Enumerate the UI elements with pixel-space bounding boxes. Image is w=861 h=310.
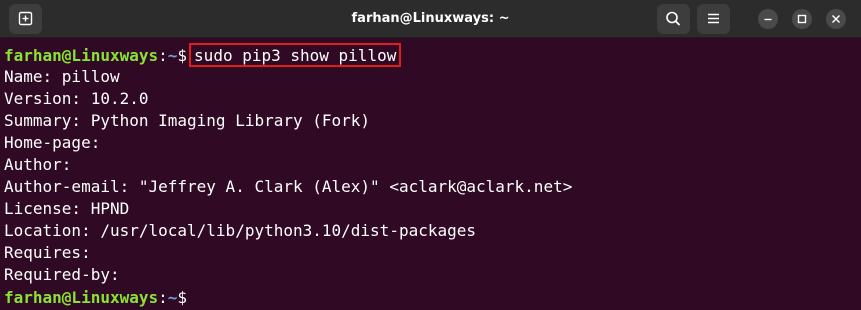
window-title: farhan@Linuxways: ~ [351, 11, 510, 26]
maximize-button[interactable] [792, 9, 812, 29]
title-bar: farhan@Linuxways: ~ [0, 0, 861, 38]
prompt-path: ~ [167, 46, 178, 65]
new-tab-icon [18, 11, 33, 26]
prompt-colon: : [158, 46, 168, 65]
prompt-symbol: $ [177, 288, 188, 307]
terminal-window: farhan@Linuxways: ~ farhan@Linuxways:~$ … [0, 0, 861, 310]
menu-button[interactable] [697, 4, 730, 34]
terminal-output-area[interactable]: farhan@Linuxways:~$ sudo pip3 show pillow… [0, 38, 861, 310]
close-button[interactable] [826, 9, 846, 29]
output-line: Location: /usr/local/lib/python3.10/dist… [4, 221, 477, 240]
prompt-user-host: farhan@Linuxways [4, 288, 159, 307]
output-line: Version: 10.2.0 [4, 89, 149, 108]
prompt-colon: : [158, 288, 168, 307]
output-line: Home-page: [4, 133, 101, 152]
output-line: License: HPND [4, 199, 130, 218]
output-line: Name: pillow [4, 67, 120, 86]
prompt-path: ~ [167, 288, 178, 307]
minimize-icon [764, 18, 772, 21]
prompt-user-host: farhan@Linuxways [4, 46, 159, 65]
output-line: Summary: Python Imaging Library (Fork) [4, 111, 371, 130]
minimize-button[interactable] [758, 9, 778, 29]
output-line: Requires: [4, 243, 91, 262]
close-icon [832, 15, 840, 23]
output-line: Author-email: "Jeffrey A. Clark (Alex)" … [4, 177, 573, 196]
output-line: Required-by: [4, 265, 120, 284]
new-tab-button[interactable] [9, 4, 42, 34]
output-line: Author: [4, 155, 72, 174]
prompt-symbol: $ [177, 46, 188, 65]
maximize-icon [797, 14, 807, 24]
search-button[interactable] [657, 4, 690, 34]
highlighted-command: sudo pip3 show pillow [189, 43, 402, 67]
command-prompt-line: farhan@Linuxways:~$ [4, 287, 187, 309]
command-prompt-line: farhan@Linuxways:~$ sudo pip3 show pillow [4, 43, 402, 67]
search-icon [666, 11, 680, 26]
hamburger-menu-icon [708, 13, 719, 24]
